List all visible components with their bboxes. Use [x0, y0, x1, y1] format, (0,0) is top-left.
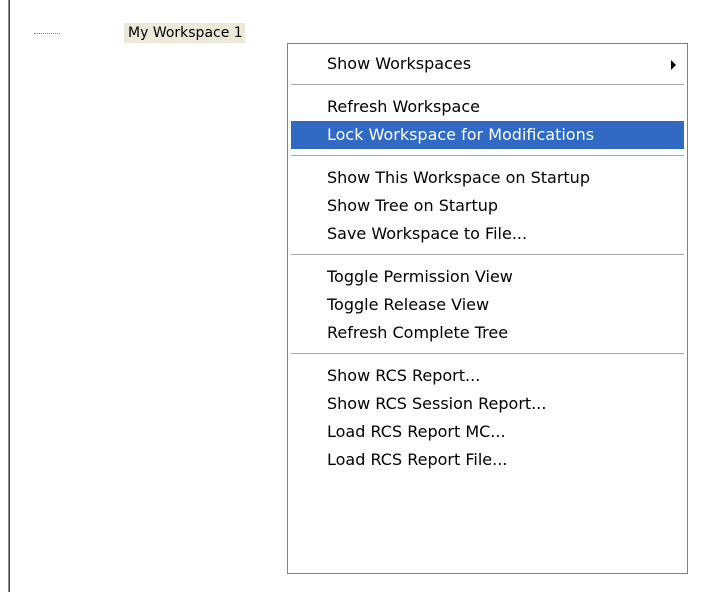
menu-item-show-workspace-on-startup[interactable]: Show This Workspace on Startup — [291, 164, 684, 192]
menu-item-lock-workspace[interactable]: Lock Workspace for Modifications — [291, 121, 684, 149]
menu-item-show-workspaces[interactable]: Show Workspaces — [291, 50, 684, 78]
tree-connector-line — [34, 32, 60, 34]
pane-left-border — [8, 0, 10, 592]
menu-item-label: Show RCS Session Report... — [327, 394, 547, 413]
menu-item-label: Show Tree on Startup — [327, 196, 499, 215]
menu-item-load-rcs-report-mc[interactable]: Load RCS Report MC... — [291, 418, 684, 446]
menu-item-label: Refresh Workspace — [327, 97, 480, 116]
workspace-tree-pane: My Workspace 1 Show Workspaces Refresh W… — [0, 0, 703, 592]
menu-item-save-workspace-to-file[interactable]: Save Workspace to File... — [291, 220, 684, 248]
menu-item-label: Load RCS Report MC... — [327, 422, 506, 441]
menu-item-label: Lock Workspace for Modifications — [327, 125, 595, 144]
menu-item-label: Show Workspaces — [327, 54, 472, 73]
menu-item-toggle-release-view[interactable]: Toggle Release View — [291, 291, 684, 319]
menu-item-refresh-complete-tree[interactable]: Refresh Complete Tree — [291, 319, 684, 347]
menu-separator — [291, 254, 684, 256]
menu-item-show-rcs-report[interactable]: Show RCS Report... — [291, 362, 684, 390]
context-menu: Show Workspaces Refresh Workspace Lock W… — [287, 43, 688, 574]
menu-separator — [291, 155, 684, 157]
menu-item-label: Toggle Release View — [327, 295, 490, 314]
menu-separator — [291, 353, 684, 355]
menu-item-show-rcs-session-report[interactable]: Show RCS Session Report... — [291, 390, 684, 418]
submenu-arrow-icon — [671, 60, 676, 70]
menu-separator — [291, 84, 684, 86]
menu-item-label: Save Workspace to File... — [327, 224, 528, 243]
tree-node-label[interactable]: My Workspace 1 — [124, 23, 245, 43]
menu-item-label: Toggle Permission View — [327, 267, 513, 286]
tree-node-workspace[interactable]: My Workspace 1 — [34, 23, 245, 43]
menu-item-label: Show RCS Report... — [327, 366, 481, 385]
menu-item-show-tree-on-startup[interactable]: Show Tree on Startup — [291, 192, 684, 220]
menu-item-refresh-workspace[interactable]: Refresh Workspace — [291, 93, 684, 121]
menu-item-toggle-permission-view[interactable]: Toggle Permission View — [291, 263, 684, 291]
menu-item-label: Refresh Complete Tree — [327, 323, 509, 342]
menu-item-label: Load RCS Report File... — [327, 450, 508, 469]
menu-item-label: Show This Workspace on Startup — [327, 168, 590, 187]
menu-item-load-rcs-report-file[interactable]: Load RCS Report File... — [291, 446, 684, 474]
